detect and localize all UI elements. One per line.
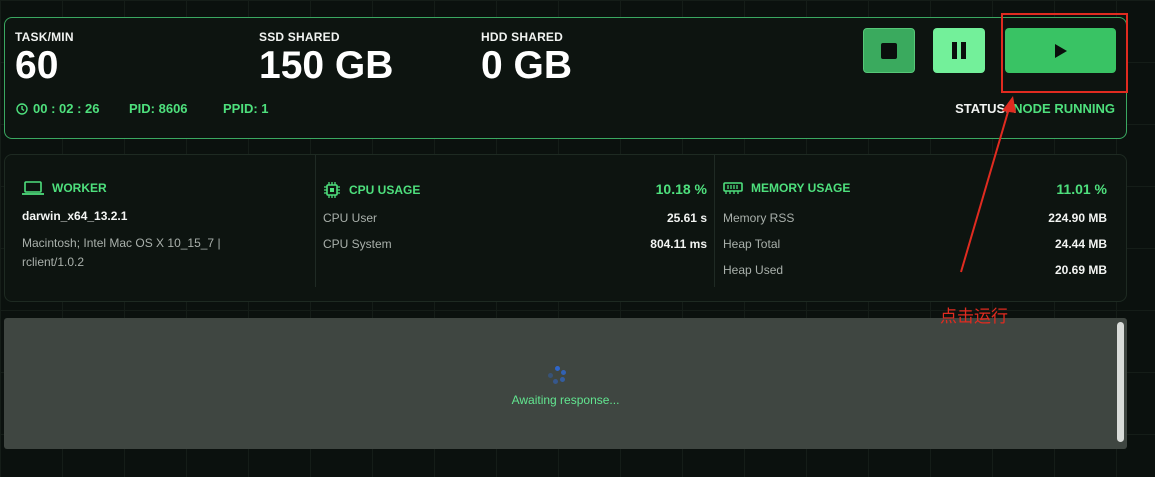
uptime: 00 : 02 : 26 [16, 101, 100, 116]
pause-button[interactable] [933, 28, 985, 73]
memory-row-value: 224.90 MB [1048, 211, 1107, 225]
stop-icon [881, 42, 897, 59]
clock-icon [16, 102, 28, 115]
stat-label: SSD SHARED [259, 30, 340, 44]
memory-row-value: 24.44 MB [1054, 237, 1107, 251]
annotation-highlight-box [1001, 13, 1128, 93]
cpu-header: CPU USAGE [323, 181, 420, 199]
cpu-row-label: CPU System [323, 237, 392, 251]
cpu-row-label: CPU User [323, 211, 378, 225]
awaiting-response-text: Awaiting response... [511, 393, 620, 407]
uptime-value: 00 : 02 : 26 [33, 101, 100, 116]
memory-title: MEMORY USAGE [751, 181, 851, 195]
stat-value: 150 GB [259, 44, 394, 87]
info-panel: WORKER darwin_x64_13.2.1 Macintosh; Inte… [4, 154, 1127, 302]
stat-hdd-shared: HDD SHARED 0 GB [481, 30, 572, 86]
memory-icon [723, 182, 743, 194]
worker-user-agent: Macintosh; Intel Mac OS X 10_15_7 | rcli… [22, 236, 221, 269]
stat-ssd-shared: SSD SHARED 150 GB [259, 30, 393, 86]
stat-task-per-min: TASK/MIN 60 [15, 30, 74, 86]
console-output[interactable]: Awaiting response... [4, 318, 1127, 449]
stats-panel: TASK/MIN 60 SSD SHARED 150 GB HDD SHARED… [4, 17, 1127, 139]
node-status: STATUS: NODE RUNNING [955, 101, 1115, 116]
stat-value: 60 [15, 44, 59, 87]
stat-value: 0 GB [481, 44, 573, 87]
ppid: PPID: 1 [223, 101, 269, 116]
loading-spinner-icon [548, 366, 568, 386]
pid: PID: 8606 [129, 101, 188, 116]
annotation-label: 点击运行 [940, 307, 1008, 326]
memory-row-label: Heap Used [723, 263, 784, 277]
worker-header: WORKER [22, 181, 107, 195]
pause-icon [952, 42, 966, 59]
stop-button[interactable] [863, 28, 915, 73]
worker-name: darwin_x64_13.2.1 [22, 209, 128, 223]
memory-row-value: 20.69 MB [1054, 263, 1107, 277]
status-value: NODE RUNNING [1013, 101, 1115, 116]
cpu-row-value: 804.11 ms [650, 237, 707, 251]
divider [315, 155, 316, 287]
cpu-icon [324, 182, 340, 198]
stat-label: TASK/MIN [15, 30, 74, 44]
status-label: STATUS: [955, 101, 1010, 116]
cpu-title: CPU USAGE [349, 183, 421, 197]
memory-percent: 11.01 % [1056, 181, 1107, 197]
laptop-icon [22, 181, 44, 195]
memory-row-label: Memory RSS [723, 211, 795, 225]
memory-header: MEMORY USAGE [723, 181, 850, 195]
memory-row-label: Heap Total [723, 237, 781, 251]
cpu-row-value: 25.61 s [666, 211, 707, 225]
divider [714, 155, 715, 287]
stat-label: HDD SHARED [481, 30, 564, 44]
console-scrollbar[interactable] [1117, 322, 1124, 442]
cpu-percent: 10.18 % [655, 181, 707, 197]
worker-title: WORKER [52, 181, 107, 195]
